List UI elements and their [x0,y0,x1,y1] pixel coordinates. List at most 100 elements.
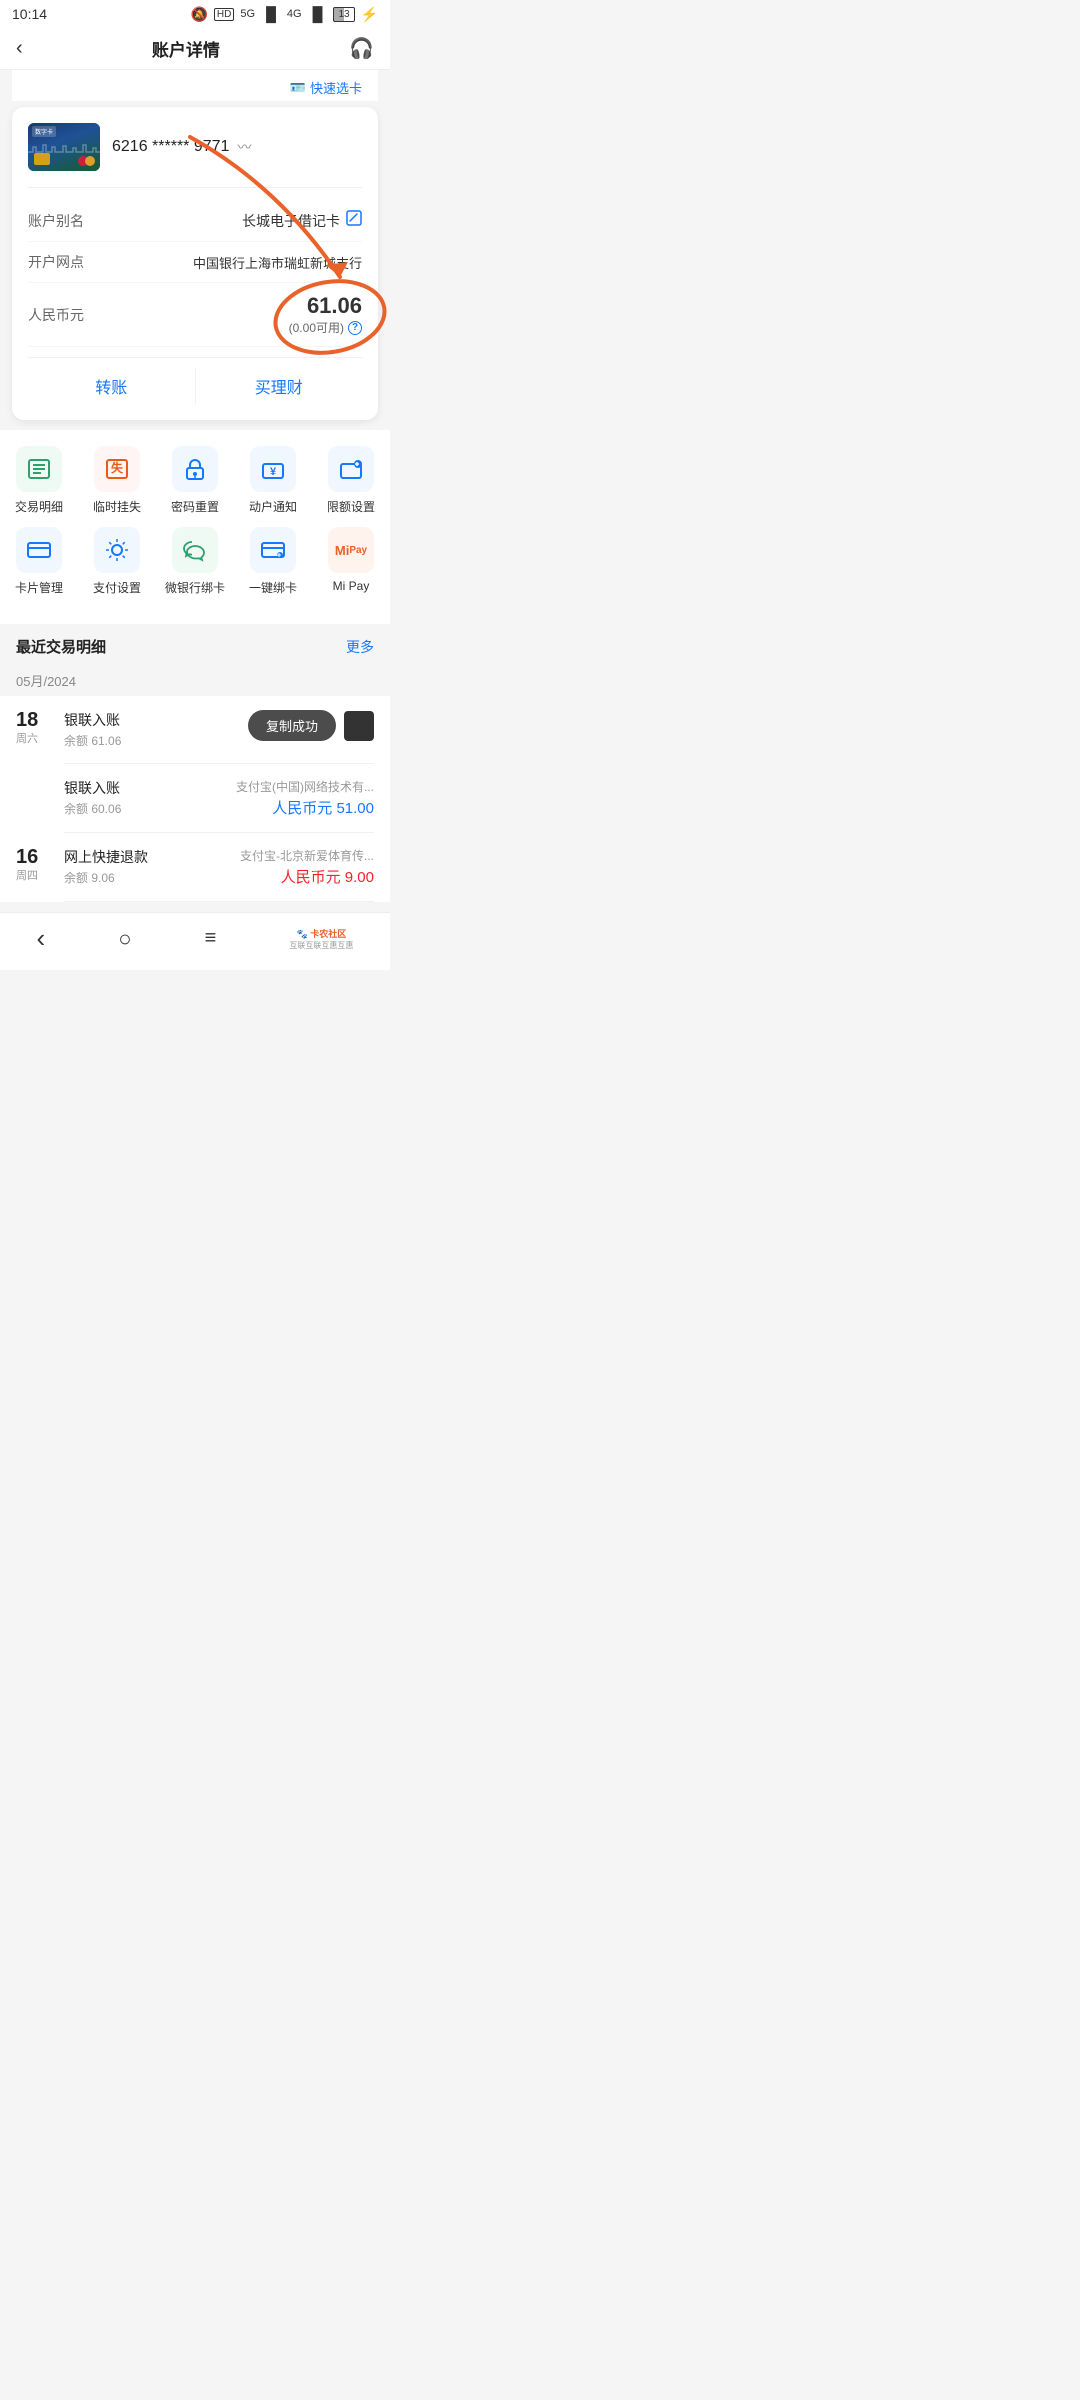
alias-value: 长城电子借记卡 [242,211,340,231]
card-header: 数字卡 6216 ****** 9771 〰 [28,123,362,171]
digital-card-label: 数字卡 [32,126,56,137]
mipay-pay-text: Pay [349,545,367,556]
onekey-bind-icon-wrap [250,527,296,573]
hd-badge: HD [214,8,234,21]
svg-text:¥: ¥ [270,466,277,478]
onekey-icon [260,537,286,563]
tx-right-16: 支付宝-北京新爱体育传... 人民币元 9.00 [240,847,374,887]
currency-label: 人民币元 [28,305,84,325]
network-4g: 4G [287,8,302,20]
menu-mipay[interactable]: Mi Pay Mi Pay [316,527,386,596]
balance-amount: 61.06 [307,293,362,319]
account-details: 账户别名 长城电子借记卡 开户网点 中国银行上海市瑞虹新城支行 人民币元 61.… [28,187,362,347]
tx-left-18-2: 银联入账 余额 60.06 [64,778,236,817]
menu-tx-detail[interactable]: 交易明细 [4,446,74,515]
recent-tx-title: 最近交易明细 [16,636,106,657]
tx-right-18-1: 复制成功 [248,710,374,741]
card-mgmt-icon [26,537,52,563]
more-button[interactable]: 更多 [346,637,374,657]
quick-select-area: 🪪 快速选卡 [12,70,378,101]
month-label: 05月/2024 [0,665,390,696]
nav-bar: ‹ 账户详情 🎧 [0,28,390,70]
tx-left-18-1: 银联入账 余额 61.06 [64,710,248,749]
tx-date-empty [16,778,52,833]
payment-set-icon-wrap [94,527,140,573]
copy-block [344,711,374,741]
transfer-button[interactable]: 转账 [28,368,196,404]
status-icons: 🔕 HD 5G ▐▌ 4G ▐▌ 13 ⚡ [190,6,378,23]
signal-icon-2: ▐▌ [308,6,328,22]
card-section: 数字卡 6216 ****** 9771 〰 账户别名 长城电子借记卡 [12,107,378,420]
quick-select-button[interactable]: 🪪 快速选卡 [290,78,362,97]
menu-row-2: 卡片管理 支付设置 微银行绑卡 [0,527,390,596]
tx-left-16: 网上快捷退款 余额 9.06 [64,847,240,886]
notify-icon: ¥ [260,456,286,482]
mipay-label: Mi Pay [333,579,370,593]
menu-limit[interactable]: 限额设置 [316,446,386,515]
wechat-bind-icon-wrap [172,527,218,573]
edit-icon[interactable] [346,210,362,231]
lock-icon [182,456,208,482]
card-number: 6216 ****** 9771 〰 [112,137,251,157]
tx-day-18-group: 18 周六 银联入账 余额 61.06 复制成功 [0,696,390,764]
payment-set-label: 支付设置 [93,579,141,596]
alias-label: 账户别名 [28,211,84,231]
password-label: 密码重置 [171,498,219,515]
card-mgmt-icon-wrap [16,527,62,573]
headphone-button[interactable]: 🎧 [349,36,374,61]
menu-notify[interactable]: ¥ 动户通知 [238,446,308,515]
tx-detail-label: 交易明细 [15,498,63,515]
tx-row-16: 16 周四 网上快捷退款 余额 9.06 支付宝-北京新爱体育传... 人民币元… [0,833,390,902]
menu-grid: 交易明细 失 临时挂失 密码重置 [0,430,390,624]
notification-icon: 🔕 [190,6,207,23]
great-wall-art [28,137,100,157]
nav-home-button[interactable]: ○ [118,926,131,952]
copy-toast: 复制成功 [248,710,336,741]
suspend-icon-wrap: 失 [94,446,140,492]
card-image: 数字卡 [28,123,100,171]
menu-password[interactable]: 密码重置 [160,446,230,515]
invest-button[interactable]: 买理财 [196,368,363,404]
menu-card-mgmt[interactable]: 卡片管理 [4,527,74,596]
battery-icon: 13 [333,7,354,22]
mipay-logo-text: Mi [335,543,349,558]
menu-suspend[interactable]: 失 临时挂失 [82,446,152,515]
notify-label: 动户通知 [249,498,297,515]
password-icon-wrap [172,446,218,492]
nav-menu-button[interactable]: ≡ [205,927,217,950]
menu-payment-set[interactable]: 支付设置 [82,527,152,596]
balance-row: 人民币元 61.06 (0.00可用) ? [28,283,362,347]
mipay-icon-wrap: Mi Pay [328,527,374,573]
alias-row: 账户别名 长城电子借记卡 [28,200,362,242]
limit-icon [338,456,364,482]
tx-date-16: 16 周四 [16,847,52,902]
tx-row-18-2: 银联入账 余额 60.06 支付宝(中国)网络技术有... 人民币元 51.00 [0,764,390,833]
tx-right-18-2: 支付宝(中国)网络技术有... 人民币元 51.00 [236,778,374,818]
list-icon [26,456,52,482]
eye-icon[interactable]: 〰 [237,137,251,157]
watermark: 🐾 卡农社区 互联互联互惠互惠 [289,927,353,951]
network-5g: 5G [240,8,255,20]
status-bar: 10:14 🔕 HD 5G ▐▌ 4G ▐▌ 13 ⚡ [0,0,390,28]
svg-text:失: 失 [111,460,124,475]
limit-icon-wrap [328,446,374,492]
nav-back-button[interactable]: ‹ [37,923,46,954]
charging-icon: ⚡ [361,6,378,23]
limit-label: 限额设置 [327,498,375,515]
signal-icon: ▐▌ [261,6,281,22]
onekey-bind-label: 一键绑卡 [249,579,297,596]
menu-row-1: 交易明细 失 临时挂失 密码重置 [0,446,390,515]
action-buttons: 转账 买理财 [28,357,362,404]
back-button[interactable]: ‹ [16,37,23,60]
suspend-icon: 失 [104,456,130,482]
recent-tx-header: 最近交易明细 更多 [0,624,390,665]
card-mgmt-label: 卡片管理 [15,579,63,596]
menu-wechat-bind[interactable]: 微银行绑卡 [160,527,230,596]
available-balance: (0.00可用) ? [289,319,362,336]
tx-item-18-2: 银联入账 余额 60.06 支付宝(中国)网络技术有... 人民币元 51.00 [64,778,374,833]
help-icon[interactable]: ? [348,321,362,335]
menu-onekey-bind[interactable]: 一键绑卡 [238,527,308,596]
tx-row-18: 18 周六 银联入账 余额 61.06 复制成功 [0,696,390,764]
tx-detail-icon-wrap [16,446,62,492]
transaction-list: 18 周六 银联入账 余额 61.06 复制成功 银联入账 余额 60 [0,696,390,902]
